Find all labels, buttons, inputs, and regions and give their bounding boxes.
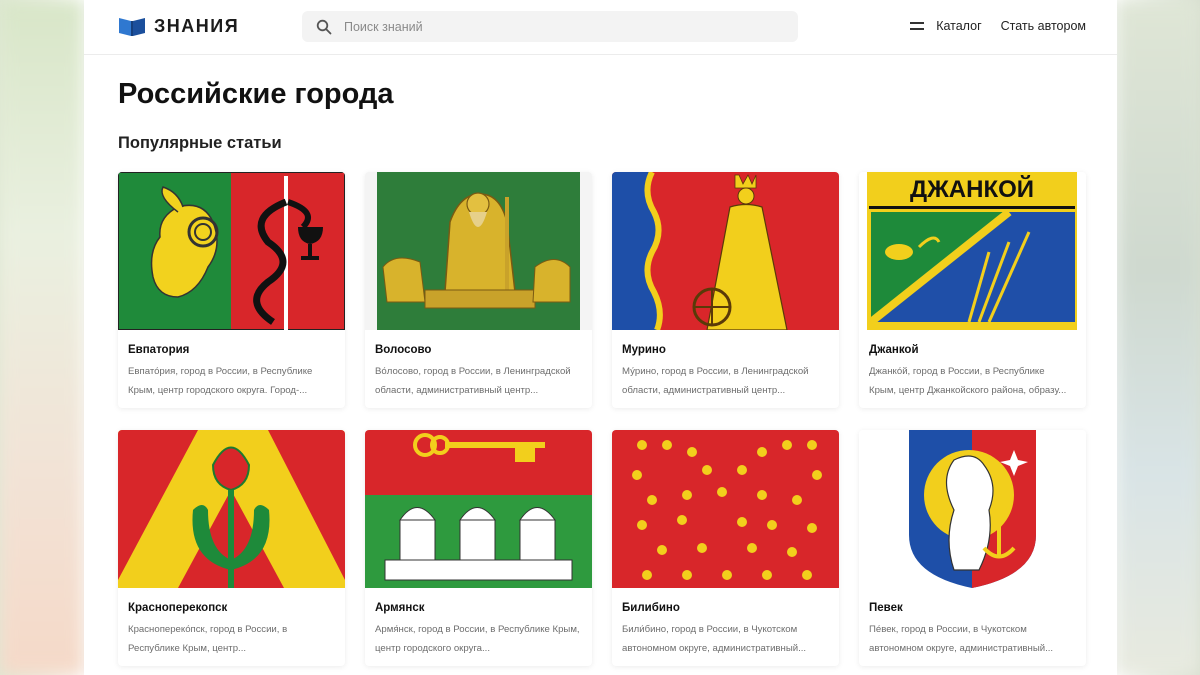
article-card[interactable]: Армянск Армя́нск, город в России, в Респ… [365,430,592,666]
article-card[interactable]: Певек Пе́век, город в России, в Чукотско… [859,430,1086,666]
evpatoria-emblem-image [118,172,345,330]
card-title: Мурино [622,344,666,356]
article-card[interactable]: ДЖАНКОЙ Джанкой Джанко́й, город в России… [859,172,1086,408]
card-description: Джанко́й, город в России, в Республике К… [869,366,1067,396]
search-bar[interactable] [302,11,798,42]
card-description: Пе́век, город в России, в Чукотском авто… [869,624,1054,654]
bilibino-emblem-image [612,430,839,588]
become-author-link[interactable]: Стать автором [1001,19,1086,33]
article-card[interactable]: Евпатория Евпато́рия, город в России, в … [118,172,345,408]
card-title: Певек [869,602,903,614]
logo[interactable]: ЗНАНИЯ [118,13,239,39]
search-input[interactable] [342,18,766,35]
article-card[interactable]: Мурино Му́рино, город в России, в Ленинг… [612,172,839,408]
krasnoperekopsk-emblem-image [118,430,345,588]
card-description: Красноперeко́пск, город в России, в Респ… [128,624,288,654]
article-card[interactable]: Красноперекопск Красноперeко́пск, город … [118,430,345,666]
card-description: Му́рино, город в России, в Ленинградской… [622,366,809,396]
page-title: Российские города [118,78,394,110]
page: ЗНАНИЯ Каталог Стать автором Российские … [84,0,1117,675]
armyansk-emblem-image [365,430,592,588]
card-title: Красноперекопск [128,602,228,614]
dzhankoy-emblem-image: ДЖАНКОЙ [859,172,1086,330]
murino-emblem-image [612,172,839,330]
dzhankoy-emblem-text: ДЖАНКОЙ [910,175,1034,203]
section-title: Популярные статьи [118,134,282,152]
book-logo-icon [119,18,145,36]
article-card[interactable]: Волосово Во́лосово, город в России, в Ле… [365,172,592,408]
background-left [0,0,84,675]
card-description: Армя́нск, город в России, в Республике К… [375,624,580,654]
card-title: Билибино [622,602,680,614]
catalog-link[interactable]: Каталог [936,19,981,33]
card-title: Евпатория [128,344,190,356]
card-description: Евпато́рия, город в России, в Республике… [128,366,313,396]
search-icon [316,19,332,34]
card-title: Армянск [375,602,425,614]
top-nav: Каталог Стать автором [910,19,1086,33]
card-title: Джанкой [869,344,919,356]
menu-icon[interactable] [910,21,925,31]
card-description: Во́лосово, город в России, в Ленинградск… [375,366,571,396]
top-bar: ЗНАНИЯ Каталог Стать автором [84,0,1117,55]
card-title: Волосово [375,344,432,356]
article-card[interactable]: Билибино Били́бино, город в России, в Чу… [612,430,839,666]
volosovo-emblem-image [365,172,592,330]
pevek-emblem-image [859,430,1086,588]
logo-text: ЗНАНИЯ [154,15,240,36]
background-right [1116,0,1200,675]
card-description: Били́бино, город в России, в Чукотском а… [622,624,807,654]
